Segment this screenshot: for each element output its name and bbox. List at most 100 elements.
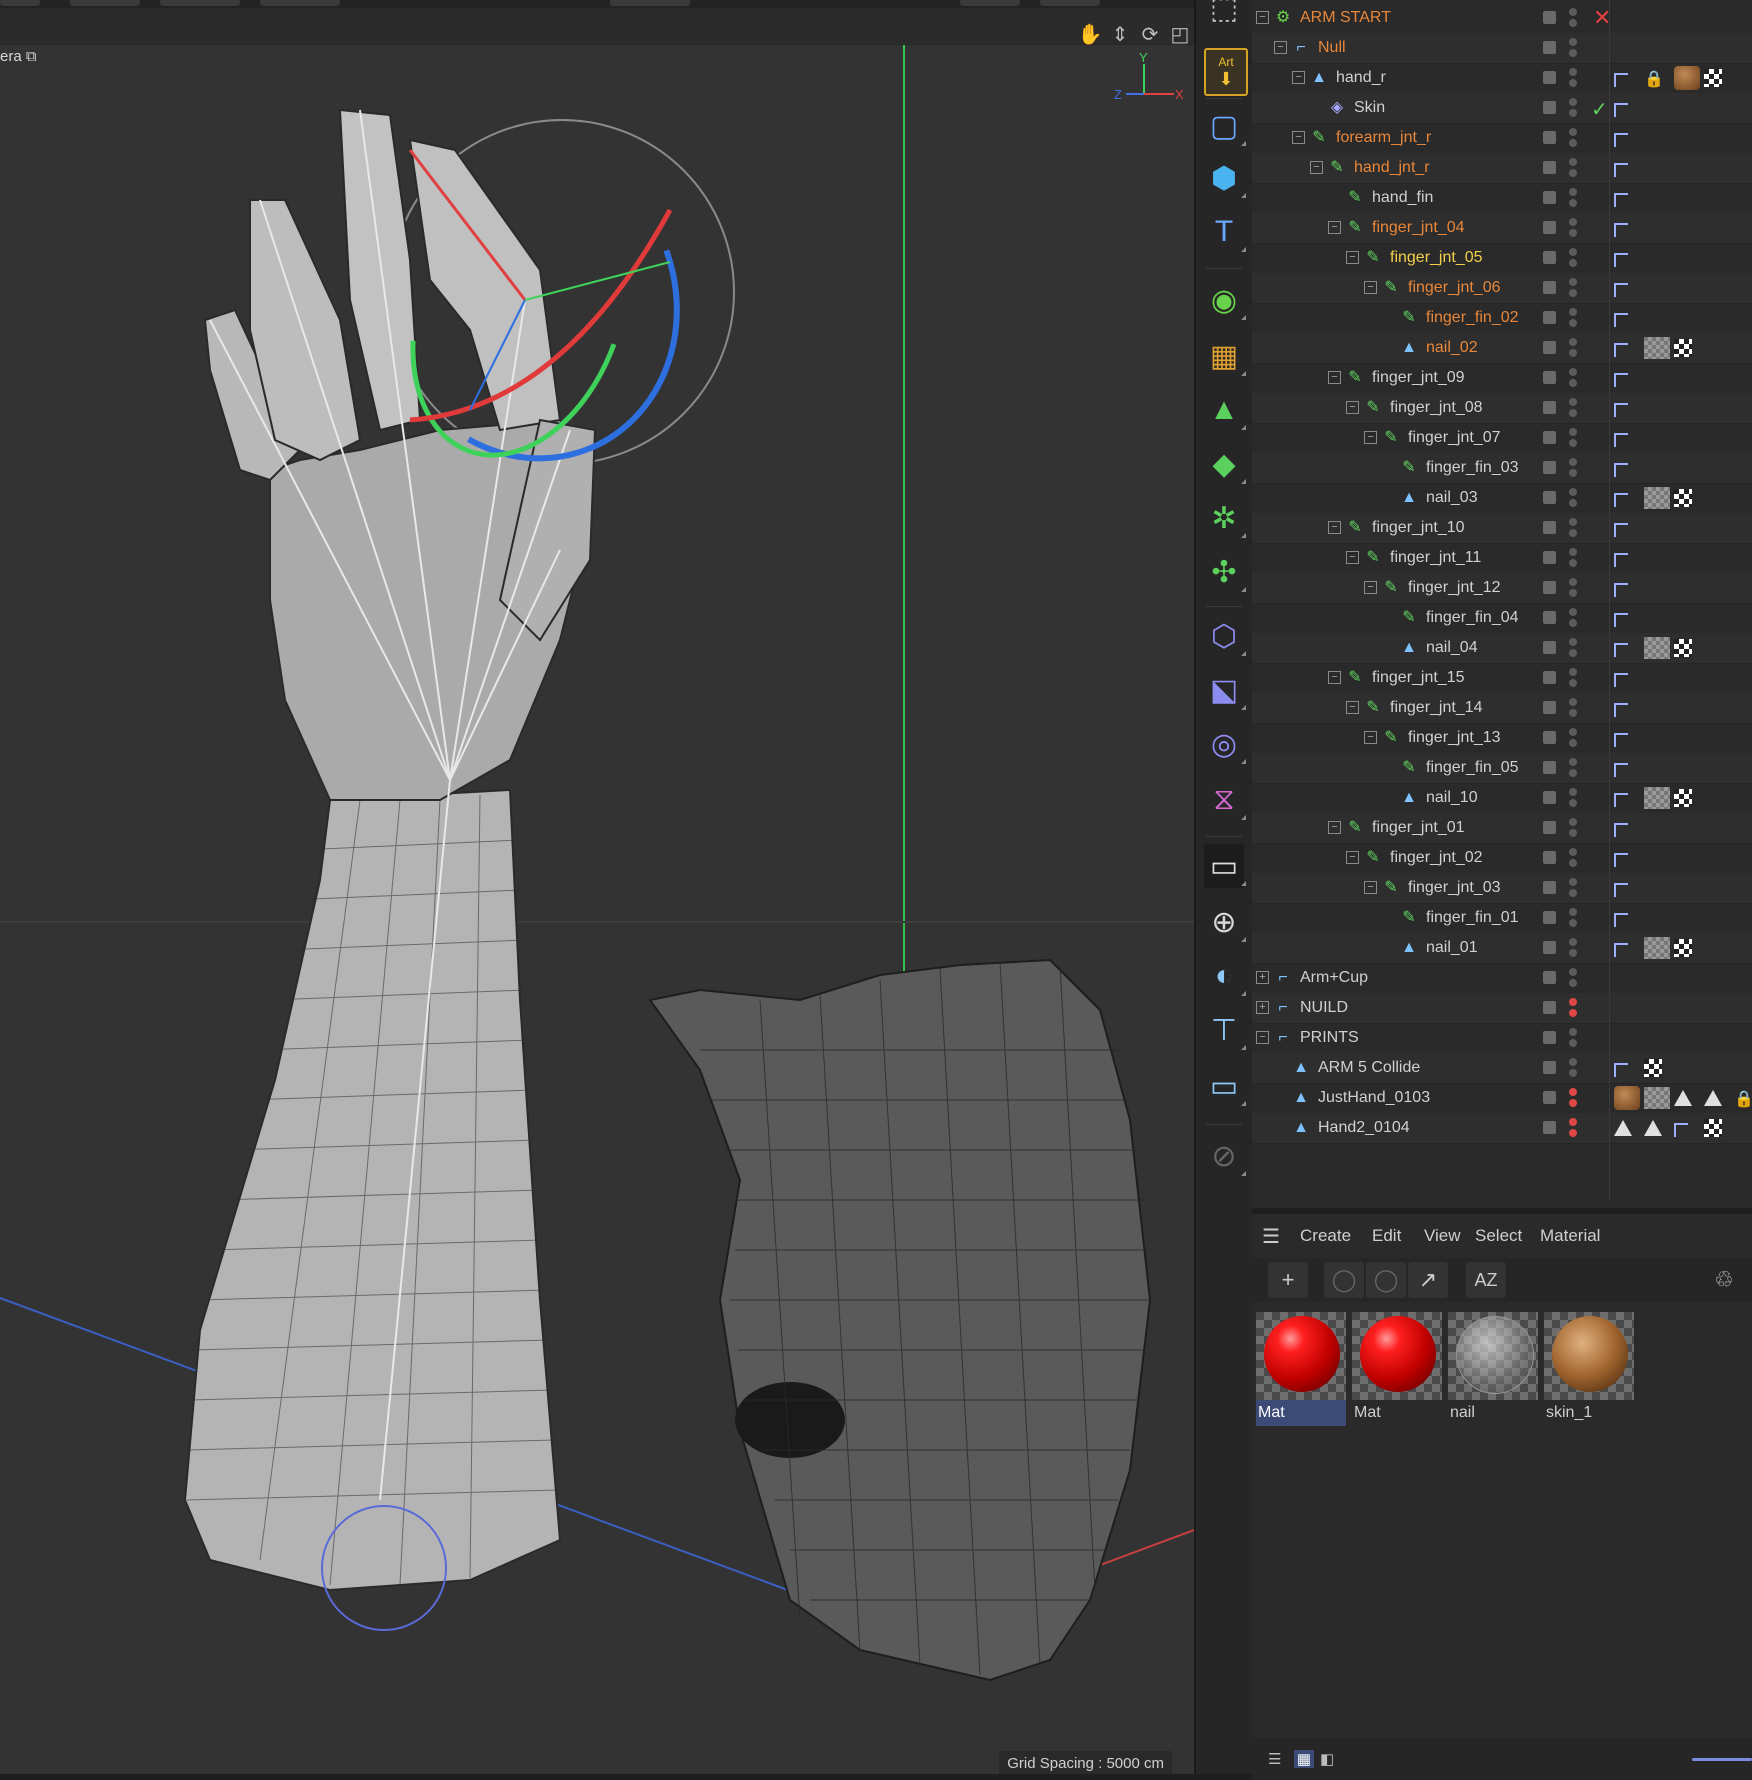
object-name[interactable]: finger_jnt_03 — [1408, 879, 1501, 897]
layer-edit-icon[interactable] — [1543, 11, 1556, 24]
object-row-finger-jnt-04[interactable]: − ✎ finger_jnt_04 — [1252, 213, 1752, 244]
object-row-skin[interactable]: ◈ Skin ✓ — [1252, 93, 1752, 124]
constraint-tag-icon[interactable] — [1614, 583, 1628, 597]
editor-visibility-dot[interactable] — [1569, 848, 1577, 856]
editor-visibility-dot[interactable] — [1569, 668, 1577, 676]
editor-visibility-dot[interactable] — [1569, 878, 1577, 886]
constraint-tag-icon[interactable] — [1614, 313, 1628, 327]
constraint-tag-icon[interactable] — [1614, 193, 1628, 207]
collapse-icon[interactable]: − — [1364, 881, 1377, 894]
layer-edit-icon[interactable] — [1543, 131, 1556, 144]
collapse-icon[interactable]: − — [1292, 131, 1305, 144]
layer-edit-icon[interactable] — [1543, 71, 1556, 84]
object-row-arm-cup[interactable]: + ⌐ Arm+Cup — [1252, 963, 1752, 994]
layer-edit-icon[interactable] — [1543, 431, 1556, 444]
texture-tag-icon[interactable] — [1644, 787, 1670, 809]
volume-icon[interactable]: ⧖ — [1204, 778, 1246, 822]
constraint-tag-icon[interactable] — [1614, 763, 1628, 777]
layer-edit-icon[interactable] — [1543, 491, 1556, 504]
layer-edit-icon[interactable] — [1543, 461, 1556, 474]
edit-pen-icon[interactable]: ⊘ — [1204, 1134, 1246, 1178]
uvw-tag-icon[interactable] — [1674, 339, 1692, 357]
editor-visibility-dot[interactable] — [1569, 248, 1577, 256]
object-name[interactable]: nail_10 — [1426, 789, 1478, 807]
text-icon[interactable]: T — [1204, 210, 1246, 254]
protection-tag-icon[interactable]: 🔒 — [1734, 1089, 1752, 1108]
object-row-nail-03[interactable]: ▲ nail_03 — [1252, 483, 1752, 514]
editor-visibility-dot[interactable] — [1569, 1058, 1577, 1066]
editor-visibility-dot[interactable] — [1569, 398, 1577, 406]
object-name[interactable]: finger_fin_01 — [1426, 909, 1519, 927]
layer-edit-icon[interactable] — [1543, 941, 1556, 954]
layer-edit-icon[interactable] — [1543, 641, 1556, 654]
render-visibility-dot[interactable] — [1569, 439, 1577, 447]
object-name[interactable]: finger_jnt_10 — [1372, 519, 1465, 537]
render-visibility-dot[interactable] — [1569, 139, 1577, 147]
grid-view-icon[interactable]: ▦ — [1294, 1750, 1314, 1768]
render-visibility-dot[interactable] — [1569, 199, 1577, 207]
editor-visibility-dot[interactable] — [1569, 818, 1577, 826]
layer-edit-icon[interactable] — [1543, 911, 1556, 924]
object-name[interactable]: Hand2_0104 — [1318, 1119, 1410, 1137]
top-tab[interactable] — [0, 0, 40, 6]
object-name[interactable]: finger_jnt_12 — [1408, 579, 1501, 597]
phong-tag-icon[interactable] — [1674, 1090, 1692, 1106]
object-name[interactable]: nail_01 — [1426, 939, 1478, 957]
layer-edit-icon[interactable] — [1543, 1031, 1556, 1044]
object-row-null[interactable]: − ⌐ Null — [1252, 33, 1752, 64]
phong-tag-icon[interactable] — [1644, 1120, 1662, 1136]
render-visibility-dot[interactable] — [1569, 289, 1577, 297]
constraint-tag-icon[interactable] — [1614, 403, 1628, 417]
editor-visibility-dot[interactable] — [1569, 218, 1577, 226]
camera-icon[interactable]: ▭ — [1204, 1064, 1246, 1108]
render-visibility-dot[interactable] — [1569, 619, 1577, 627]
object-name[interactable]: nail_04 — [1426, 639, 1478, 657]
material-swatch-mat-2[interactable]: Mat — [1352, 1312, 1442, 1426]
texture-tag-icon[interactable] — [1644, 337, 1670, 359]
layer-edit-icon[interactable] — [1543, 821, 1556, 834]
editor-visibility-dot[interactable] — [1569, 308, 1577, 316]
constraint-tag-icon[interactable] — [1614, 823, 1628, 837]
field-icon[interactable]: ▲ — [1204, 388, 1246, 432]
sky-sphere-icon[interactable]: ⊕ — [1204, 900, 1246, 944]
editor-visibility-dot[interactable] — [1569, 548, 1577, 556]
uvw-tag-icon[interactable] — [1674, 789, 1692, 807]
recycle-icon[interactable]: ♲ — [1704, 1262, 1744, 1298]
collapse-icon[interactable]: − — [1328, 221, 1341, 234]
constraint-tag-icon[interactable] — [1614, 793, 1628, 807]
texture-tag-icon[interactable] — [1644, 937, 1670, 959]
sphere-preview-icon[interactable]: ◯ — [1324, 1262, 1364, 1298]
object-name[interactable]: forearm_jnt_r — [1336, 129, 1431, 147]
render-visibility-dot[interactable] — [1569, 589, 1577, 597]
layer-edit-icon[interactable] — [1543, 701, 1556, 714]
phong-tag-icon[interactable] — [1704, 1090, 1722, 1106]
constraint-tag-icon[interactable] — [1614, 493, 1628, 507]
object-name[interactable]: finger_fin_03 — [1426, 459, 1519, 477]
layer-edit-icon[interactable] — [1543, 521, 1556, 534]
constraint-tag-icon[interactable] — [1614, 883, 1628, 897]
cube-icon[interactable]: ⬢ — [1204, 156, 1246, 200]
list-view-icon[interactable]: ☰ — [1268, 1750, 1288, 1768]
collapse-icon[interactable]: − — [1364, 731, 1377, 744]
render-visibility-dot[interactable] — [1569, 919, 1577, 927]
object-row-arm-start[interactable]: − ⚙ ARM START ✕ — [1252, 3, 1752, 34]
layer-edit-icon[interactable] — [1543, 671, 1556, 684]
object-row-finger-jnt-11[interactable]: − ✎ finger_jnt_11 — [1252, 543, 1752, 574]
constraint-tag-icon[interactable] — [1614, 1063, 1628, 1077]
layer-edit-icon[interactable] — [1543, 191, 1556, 204]
render-visibility-dot[interactable] — [1569, 1039, 1577, 1047]
editor-visibility-dot[interactable] — [1569, 38, 1577, 46]
collapse-icon[interactable]: − — [1364, 281, 1377, 294]
gizmo-y-axis[interactable] — [524, 261, 671, 301]
constraint-tag-icon[interactable] — [1614, 733, 1628, 747]
render-visibility-dot[interactable] — [1569, 769, 1577, 777]
render-visibility-dot[interactable] — [1569, 559, 1577, 567]
layer-edit-icon[interactable] — [1543, 341, 1556, 354]
layer-edit-icon[interactable] — [1543, 311, 1556, 324]
zoom-slider[interactable] — [1692, 1758, 1752, 1761]
object-name[interactable]: finger_jnt_05 — [1390, 249, 1483, 267]
collapse-icon[interactable]: − — [1256, 11, 1269, 24]
layer-edit-icon[interactable] — [1543, 251, 1556, 264]
null-generator-icon[interactable]: ◉ — [1204, 278, 1246, 322]
constraint-tag-icon[interactable] — [1614, 463, 1628, 477]
